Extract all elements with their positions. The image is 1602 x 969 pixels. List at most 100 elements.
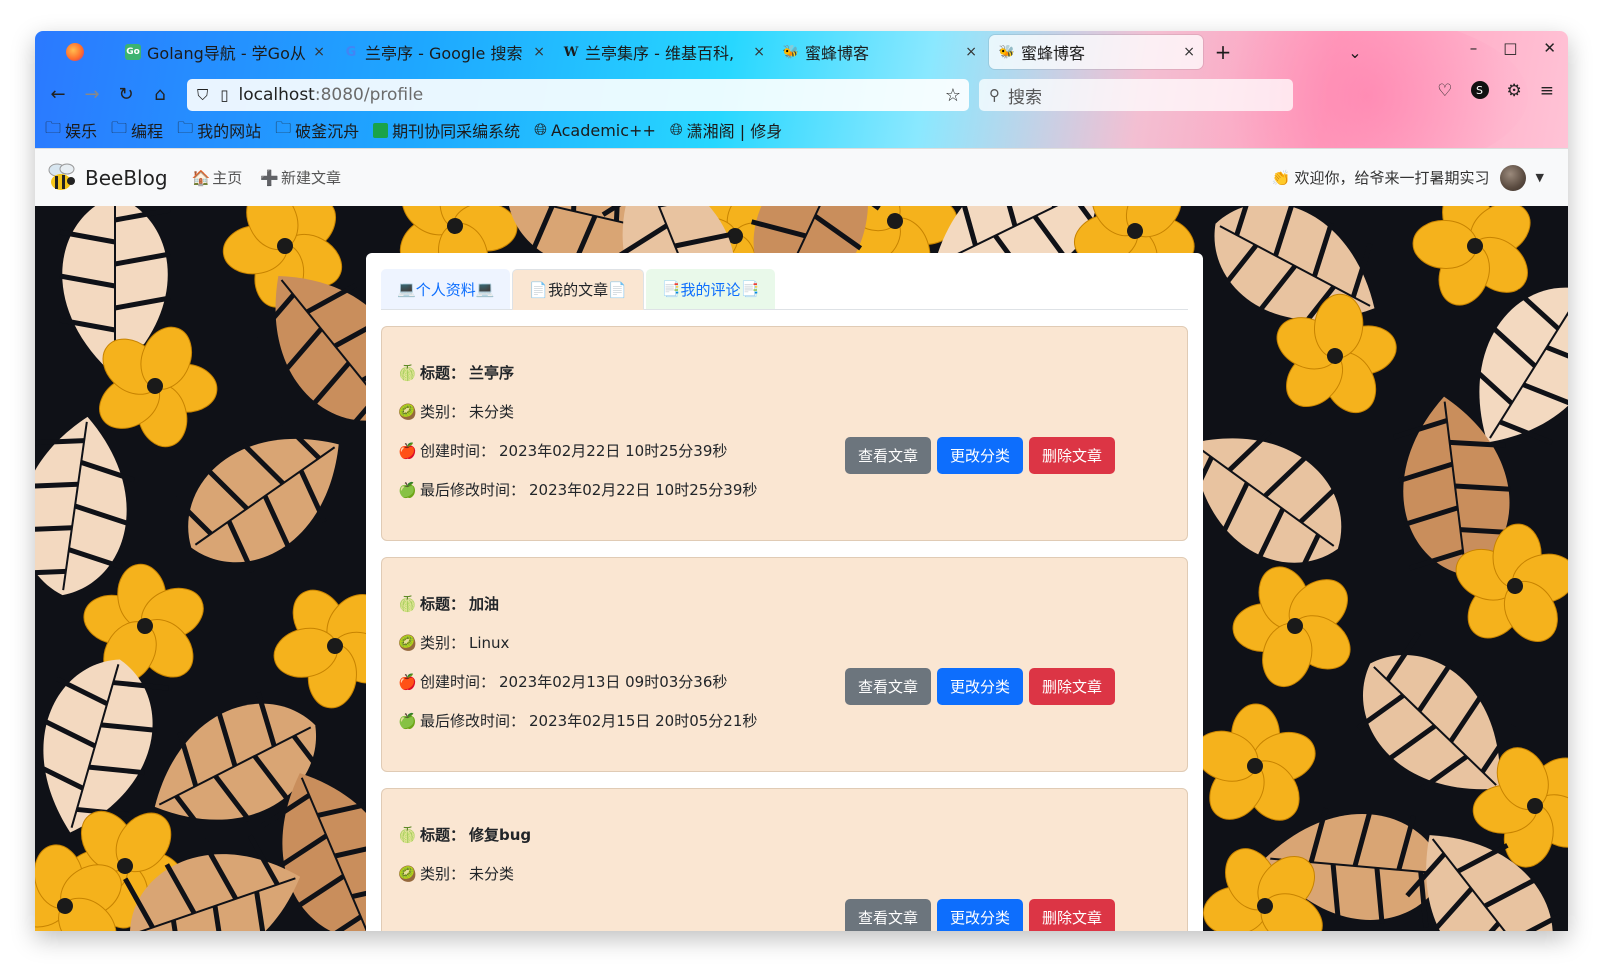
reload-icon: ↻ bbox=[118, 83, 134, 105]
laptop-icon: 💻 bbox=[475, 280, 495, 298]
article-category-row: 🥝 类别： 未分类 bbox=[398, 392, 1171, 431]
bookmark-item[interactable]: 🗀 我的网站 bbox=[177, 118, 261, 142]
hibiscus-flower bbox=[1232, 566, 1351, 688]
menu-icon[interactable]: ≡ bbox=[1540, 81, 1554, 101]
article-actions: 查看文章 更改分类 删除文章 bbox=[845, 668, 1116, 705]
search-box[interactable]: ⚲ 搜索 bbox=[979, 79, 1293, 111]
extensions-icon[interactable]: ⚙ bbox=[1507, 81, 1522, 101]
wikipedia-icon: W bbox=[563, 44, 579, 60]
close-icon[interactable]: × bbox=[313, 44, 325, 60]
nav-new-article[interactable]: ➕ 新建文章 bbox=[260, 167, 341, 188]
tab-label: 我的评论 bbox=[680, 280, 741, 299]
delete-article-button[interactable]: 删除文章 bbox=[1029, 668, 1116, 705]
folder-icon: 🗀 bbox=[111, 117, 128, 137]
red-apple-icon: 🍎 bbox=[398, 672, 417, 691]
home-icon: ⌂ bbox=[154, 83, 166, 105]
close-icon[interactable]: × bbox=[753, 44, 765, 60]
profile-panel: 💻 个人资料 💻 📄 我的文章 📄 📑 我的评论 📑 🍈 标题： 兰亭序 🥝 类别： 未分类 🍎 创建… bbox=[366, 253, 1203, 931]
url-bar[interactable]: ⛉ ▯ localhost:8080/profile ☆ bbox=[187, 79, 969, 111]
kiwi-icon: 🥝 bbox=[398, 633, 417, 652]
bee-icon: 🐝 bbox=[782, 44, 800, 60]
view-article-button[interactable]: 查看文章 bbox=[845, 668, 932, 705]
account-icon[interactable]: S bbox=[1470, 81, 1489, 99]
change-category-button[interactable]: 更改分类 bbox=[937, 899, 1024, 931]
tab-beeblog[interactable]: 🐝 蜜蜂博客 × bbox=[773, 35, 985, 69]
bookmark-item[interactable]: 期刊协同采编系统 bbox=[373, 118, 520, 142]
maximize-icon[interactable]: □ bbox=[1503, 39, 1517, 57]
brand-link[interactable]: BeeBlog bbox=[45, 161, 168, 195]
tab-my-articles[interactable]: 📄 我的文章 📄 bbox=[512, 269, 644, 310]
arrow-left-icon: ← bbox=[50, 83, 66, 105]
reload-button[interactable]: ↻ bbox=[109, 79, 143, 109]
floral-background: 💻 个人资料 💻 📄 我的文章 📄 📑 我的评论 📑 🍈 标题： 兰亭序 🥝 类别： 未分类 🍎 创建… bbox=[35, 206, 1568, 931]
close-window-icon[interactable]: ✕ bbox=[1543, 39, 1556, 57]
shield-icon: ⛉ bbox=[197, 86, 209, 104]
bookmark-label: 编程 bbox=[131, 122, 164, 141]
bookmark-label: 期刊协同采编系统 bbox=[392, 122, 521, 141]
bookmark-item[interactable]: 🗀 破釜沉舟 bbox=[275, 118, 359, 142]
view-article-button[interactable]: 查看文章 bbox=[845, 899, 932, 931]
field-label: 类别： bbox=[420, 634, 466, 652]
tab-my-comments[interactable]: 📑 我的评论 📑 bbox=[645, 269, 776, 309]
close-icon[interactable]: × bbox=[1183, 44, 1195, 60]
folder-icon: 🗀 bbox=[177, 117, 194, 137]
home-button[interactable]: ⌂ bbox=[143, 79, 177, 109]
tab-label: 个人资料 bbox=[415, 280, 476, 299]
kiwi-icon: 🥝 bbox=[398, 864, 417, 883]
page-icon: 📄 bbox=[529, 280, 549, 299]
bookmark-tabs-icon: 📑 bbox=[661, 280, 681, 298]
hibiscus-flower bbox=[1194, 703, 1316, 821]
tab-google[interactable]: G 兰亭序 - Google 搜索 × bbox=[333, 35, 553, 69]
field-label: 类别： bbox=[420, 403, 466, 421]
bookmark-item[interactable]: 🌐︎ Academic++ bbox=[534, 118, 656, 142]
star-icon[interactable]: ☆ bbox=[945, 85, 961, 106]
tab-label: 兰亭序 - Google 搜索 bbox=[365, 44, 523, 63]
melon-icon: 🍈 bbox=[398, 363, 417, 382]
change-category-button[interactable]: 更改分类 bbox=[937, 668, 1024, 705]
bee-icon: 🐝 bbox=[998, 44, 1016, 60]
plus-icon: ➕ bbox=[260, 168, 279, 187]
tab-profile[interactable]: 💻 个人资料 💻 bbox=[381, 269, 511, 309]
avatar bbox=[1499, 164, 1526, 191]
bookmark-label: 破釜沉舟 bbox=[295, 122, 360, 141]
firefox-menu[interactable] bbox=[35, 35, 115, 69]
laptop-icon: 💻 bbox=[397, 280, 416, 298]
bookmark-item[interactable]: 🗀 娱乐 bbox=[45, 118, 97, 142]
tab-beeblog-active[interactable]: 🐝 蜜蜂博客 × bbox=[989, 35, 1203, 69]
minimize-icon[interactable]: – bbox=[1470, 39, 1478, 57]
close-icon[interactable]: × bbox=[965, 44, 977, 60]
bookmark-label: 潇湘阁 | 修身 bbox=[686, 122, 783, 141]
article-card: 🍈 标题： 修复bug 🥝 类别： 未分类 查看文章 更改分类 删除文章 bbox=[381, 788, 1188, 931]
bookmark-item[interactable]: 🗀 编程 bbox=[111, 118, 163, 142]
browser-window: Go Golang导航 - 学Go从 × G 兰亭序 - Google 搜索 ×… bbox=[35, 31, 1568, 931]
article-actions: 查看文章 更改分类 删除文章 bbox=[845, 437, 1116, 474]
user-menu[interactable]: 👏 欢迎你，给爷来一打暑期实习 ▼ bbox=[1272, 164, 1544, 191]
tab-wikipedia[interactable]: W 兰亭集序 - 维基百科, × bbox=[553, 35, 773, 69]
tab-label: 蜜蜂博客 bbox=[805, 44, 870, 63]
kiwi-icon: 🥝 bbox=[398, 402, 417, 421]
pocket-icon[interactable]: ♡ bbox=[1437, 81, 1452, 101]
globe-icon: 🌐︎ bbox=[534, 120, 547, 139]
red-apple-icon: 🍎 bbox=[398, 441, 417, 460]
bookmark-label: 娱乐 bbox=[65, 122, 98, 141]
article-modified: 2023年02月15日 20时05分21秒 bbox=[529, 712, 758, 730]
close-icon[interactable]: × bbox=[533, 44, 545, 60]
list-tabs-button[interactable]: ⌄ bbox=[1335, 35, 1375, 69]
delete-article-button[interactable]: 删除文章 bbox=[1029, 437, 1116, 474]
url-path: :8080/profile bbox=[314, 85, 424, 105]
journal-icon bbox=[373, 122, 389, 138]
field-label: 标题： bbox=[420, 595, 466, 613]
new-tab-button[interactable]: + bbox=[1203, 35, 1243, 69]
article-category: Linux bbox=[469, 633, 510, 652]
nav-home[interactable]: 🏠 主页 bbox=[192, 167, 243, 188]
forward-button[interactable]: → bbox=[75, 79, 109, 109]
tab-label: 蜜蜂博客 bbox=[1021, 44, 1086, 63]
view-article-button[interactable]: 查看文章 bbox=[845, 437, 932, 474]
melon-icon: 🍈 bbox=[398, 594, 417, 613]
change-category-button[interactable]: 更改分类 bbox=[937, 437, 1024, 474]
bookmark-item[interactable]: 🌐︎ 潇湘阁 | 修身 bbox=[670, 118, 782, 142]
delete-article-button[interactable]: 删除文章 bbox=[1029, 899, 1116, 931]
firefox-icon bbox=[66, 43, 84, 61]
back-button[interactable]: ← bbox=[41, 79, 75, 109]
tab-golang[interactable]: Go Golang导航 - 学Go从 × bbox=[115, 35, 333, 69]
